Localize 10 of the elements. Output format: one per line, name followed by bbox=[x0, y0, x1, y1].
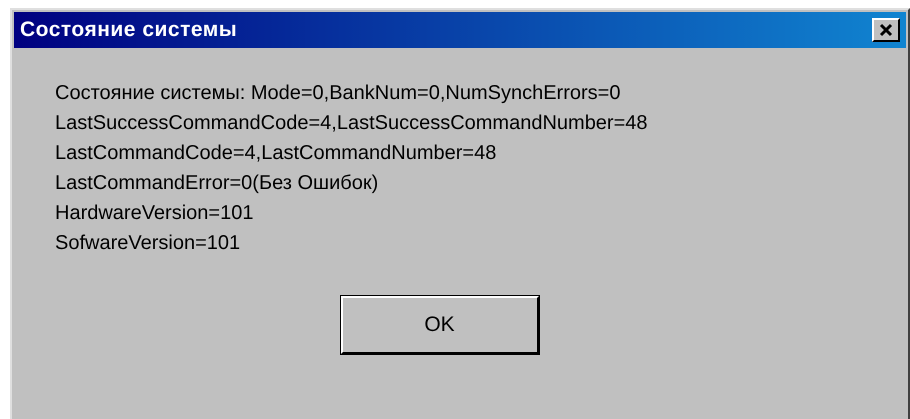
message-line: HardwareVersion=101 bbox=[55, 201, 254, 226]
close-icon bbox=[878, 23, 894, 37]
message-line: Состояние системы: Mode=0,BankNum=0,NumSynchErrors=0 bbox=[55, 81, 622, 106]
message-line: LastCommandCode=4,LastCommandNumber=48 bbox=[55, 141, 498, 166]
ok-button[interactable]: OK bbox=[340, 296, 538, 354]
message-line: LastSuccessCommandCode=4,LastSuccessCommandNumber=48 bbox=[55, 111, 649, 136]
close-button[interactable] bbox=[872, 18, 900, 42]
message-line: LastCommandError=0(Без Ошибок) bbox=[55, 171, 380, 196]
window-title: Состояние системы bbox=[20, 18, 238, 42]
message-line: SofwareVersion=101 bbox=[55, 231, 242, 256]
